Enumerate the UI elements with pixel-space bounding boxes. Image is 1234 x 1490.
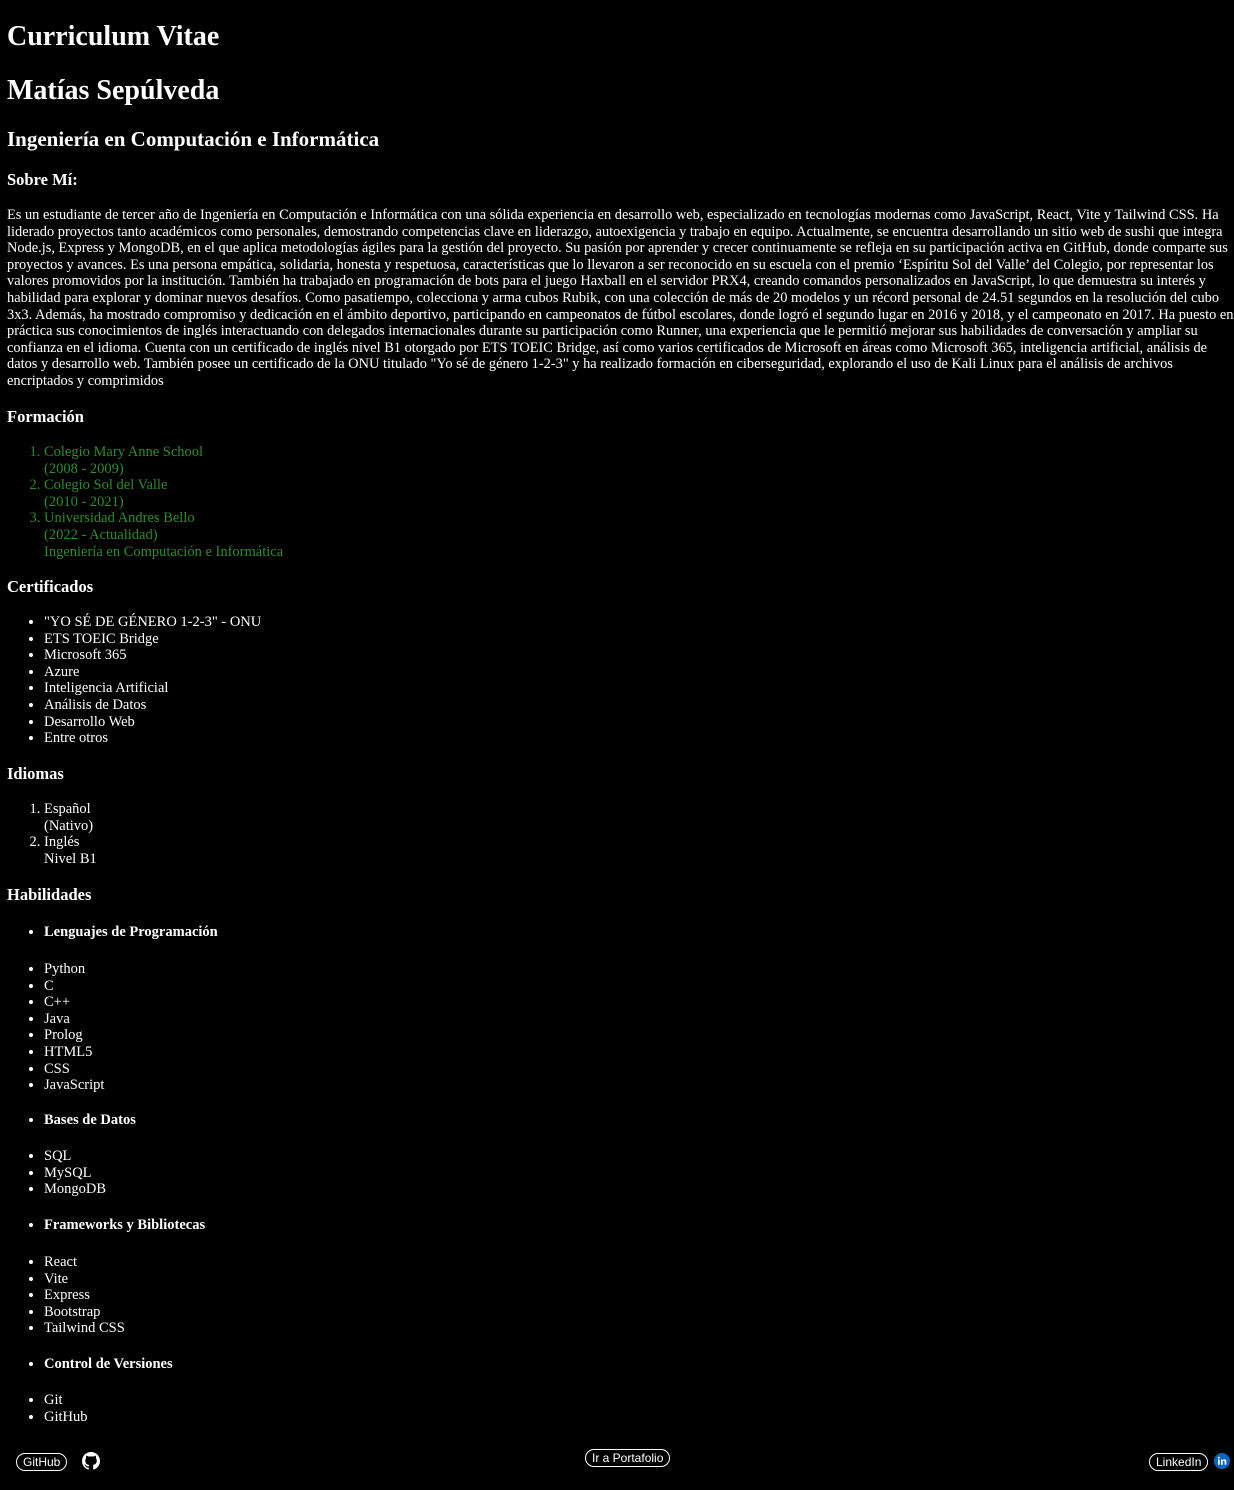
certificate-item: "YO SÉ DE GÉNERO 1-2-3" - ONU <box>44 614 261 631</box>
certificates-list: "YO SÉ DE GÉNERO 1-2-3" - ONU ETS TOEIC … <box>7 614 261 747</box>
skill-group-header: Frameworks y Bibliotecas <box>7 1217 205 1234</box>
language-level: (Nativo) <box>44 817 94 834</box>
skill-group-header: Lenguajes de Programación <box>7 924 218 941</box>
footer: GitHub Ir a Portafolio LinkedIn <box>0 1449 1234 1472</box>
education-years: (2010 - 2021) <box>44 493 124 510</box>
skill-item: C <box>44 978 104 995</box>
skill-item: GitHub <box>44 1409 88 1426</box>
skill-item: Bootstrap <box>44 1304 125 1321</box>
skill-item: C++ <box>44 994 104 1011</box>
education-list: Colegio Mary Anne School (2008 - 2009) C… <box>7 444 283 560</box>
portfolio-button[interactable]: Ir a Portafolio <box>585 1449 671 1467</box>
skill-list: React Vite Express Bootstrap Tailwind CS… <box>7 1254 125 1337</box>
skill-item: Java <box>44 1011 104 1028</box>
languages-heading: Idiomas <box>7 764 64 783</box>
linkedin-button[interactable]: LinkedIn <box>1149 1453 1209 1471</box>
certificates-heading: Certificados <box>7 577 94 596</box>
skill-item: JavaScript <box>44 1077 104 1094</box>
skill-item: Python <box>44 961 104 978</box>
education-heading: Formación <box>7 407 84 426</box>
certificate-item: ETS TOEIC Bridge <box>44 631 261 648</box>
language-item: Inglés Nivel B1 <box>44 834 97 867</box>
skill-item: CSS <box>44 1061 104 1078</box>
skill-item: Tailwind CSS <box>44 1320 125 1337</box>
skill-group-header: Control de Versiones <box>7 1356 173 1373</box>
education-school: Colegio Mary Anne School <box>44 444 204 460</box>
skill-group-header: Bases de Datos <box>7 1112 136 1129</box>
skill-item: SQL <box>44 1148 106 1165</box>
skill-list: Git GitHub <box>7 1392 88 1425</box>
certificate-item: Análisis de Datos <box>44 697 261 714</box>
skill-group-title: Control de Versiones <box>44 1356 173 1373</box>
certificate-item: Microsoft 365 <box>44 647 261 664</box>
language-level: Nivel B1 <box>44 850 97 867</box>
skills-heading: Habilidades <box>7 885 92 904</box>
education-years: (2022 - Actualidad) <box>44 526 158 543</box>
education-school: Colegio Sol del Valle <box>44 477 168 494</box>
skill-item: Vite <box>44 1271 125 1288</box>
skill-item: Git <box>44 1392 88 1409</box>
education-detail: Ingeniería en Computación e Informática <box>44 543 284 560</box>
linkedin-icon[interactable] <box>1214 1453 1230 1469</box>
skill-group-title: Bases de Datos <box>44 1112 136 1129</box>
skill-group-title: Lenguajes de Programación <box>44 924 218 941</box>
skill-item: MySQL <box>44 1165 106 1182</box>
skill-list: Python C C++ Java Prolog HTML5 CSS JavaS… <box>7 961 104 1094</box>
skill-item: MongoDB <box>44 1181 106 1198</box>
person-name: Matías Sepúlveda <box>7 75 220 106</box>
github-button[interactable]: GitHub <box>16 1453 68 1471</box>
languages-list: Español (Nativo) Inglés Nivel B1 <box>7 801 97 867</box>
certificate-item: Desarrollo Web <box>44 714 261 731</box>
education-item: Colegio Mary Anne School (2008 - 2009) <box>44 444 283 477</box>
language-name: Inglés <box>44 834 80 851</box>
skill-group-title: Frameworks y Bibliotecas <box>44 1217 205 1234</box>
skill-item: React <box>44 1254 125 1271</box>
skill-item: Prolog <box>44 1027 104 1044</box>
career-title: Ingeniería en Computación e Informática <box>7 127 380 151</box>
github-icon[interactable] <box>82 1452 100 1470</box>
skill-list: SQL MySQL MongoDB <box>7 1148 106 1198</box>
language-item: Español (Nativo) <box>44 801 97 834</box>
education-item: Universidad Andres Bello (2022 - Actuali… <box>44 510 283 560</box>
page-title: Curriculum Vitae <box>7 21 220 52</box>
education-school: Universidad Andres Bello <box>44 510 195 527</box>
education-item: Colegio Sol del Valle (2010 - 2021) <box>44 477 283 510</box>
about-text: Es un estudiante de tercer año de Ingeni… <box>7 207 1234 389</box>
certificate-item: Azure <box>44 664 261 681</box>
language-name: Español <box>44 801 91 817</box>
certificate-item: Inteligencia Artificial <box>44 680 261 697</box>
education-years: (2008 - 2009) <box>44 460 124 477</box>
certificate-item: Entre otros <box>44 730 261 747</box>
skill-item: HTML5 <box>44 1044 104 1061</box>
skill-item: Express <box>44 1287 125 1304</box>
about-heading: Sobre Mí: <box>7 170 78 189</box>
